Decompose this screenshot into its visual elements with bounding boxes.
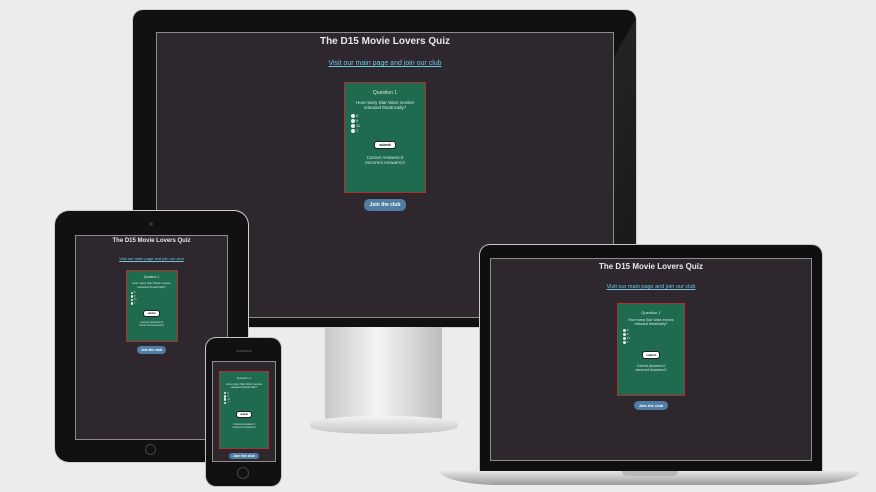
question-text: How many Star Wars movies released theat… [132, 281, 171, 289]
question-heading: Question 1 [236, 376, 252, 380]
page-title: The D15 Movie Lovers Quiz [112, 238, 191, 244]
page-title: The D15 Movie Lovers Quiz [319, 36, 451, 47]
radio-button[interactable] [130, 302, 133, 305]
score-panel: Correct Answers:0 Incorrect Answers:0 [636, 364, 667, 372]
submit-button[interactable]: submit [642, 351, 660, 359]
answer-options: 6 9 11 7 [224, 391, 230, 404]
page-title: The D15 Movie Lovers Quiz [598, 262, 704, 271]
submit-button[interactable]: submit [374, 141, 396, 149]
radio-button[interactable] [351, 113, 355, 118]
monitor-stand [325, 327, 442, 419]
quiz-card: Question 1 How many Star Wars movies rel… [219, 371, 269, 449]
score-panel: Correct Answers:0 Incorrect Answers:0 [365, 155, 405, 165]
answer-options: 6 9 11 7 [351, 113, 360, 133]
answer-option[interactable]: 7 [224, 401, 230, 404]
question-text: How many Star Wars movies released theat… [628, 318, 674, 326]
radio-button[interactable] [351, 118, 355, 123]
question-heading: Question 1 [143, 275, 160, 279]
radio-button[interactable] [623, 340, 626, 344]
incorrect-count: Incorrect Answers:0 [635, 368, 667, 372]
submit-button[interactable]: submit [236, 410, 252, 418]
answer-option[interactable]: 7 [351, 128, 360, 133]
score-panel: Correct Answers:0 Incorrect Answers:0 [139, 320, 164, 328]
quiz-card: Question 1 How many Star Wars movies rel… [344, 82, 426, 193]
question-text: How many Star Wars movies released theat… [226, 382, 262, 390]
camera-icon [149, 222, 153, 226]
answer-options: 6 9 11 7 [130, 291, 137, 306]
join-club-button[interactable]: Join the club [363, 199, 407, 211]
answer-option[interactable]: 7 [623, 340, 630, 344]
laptop-screen: The D15 Movie Lovers Quiz Visit our main… [490, 258, 812, 461]
main-page-link[interactable]: Visit our main page and join our club [607, 284, 696, 290]
laptop-notch [622, 471, 678, 476]
join-club-button[interactable]: Join the club [633, 401, 669, 410]
quiz-card: Question 1 How many Star Wars movies rel… [617, 303, 685, 396]
incorrect-count: Incorrect Answers:0 [232, 425, 256, 429]
join-club-button[interactable]: Join the club [229, 453, 259, 459]
radio-button[interactable] [351, 123, 355, 128]
home-button-icon [237, 467, 249, 479]
radio-button[interactable] [224, 401, 227, 405]
question-text: How many Star Wars movies released theat… [356, 100, 414, 110]
speaker-icon [236, 350, 252, 352]
incorrect-count: Incorrect Answers:0 [365, 160, 405, 165]
monitor-base [310, 416, 458, 434]
main-page-link[interactable]: Visit our main page and join our club [119, 256, 184, 261]
submit-button[interactable]: submit [143, 310, 160, 317]
radio-button[interactable] [351, 128, 355, 133]
incorrect-count: Incorrect Answers:0 [139, 323, 164, 328]
home-button-icon [145, 444, 156, 455]
phone-screen: The D15 Movie Lovers Quiz Visit our main… [212, 361, 276, 462]
answer-option[interactable]: 7 [130, 302, 137, 306]
quiz-card: Question 1 How many Star Wars movies rel… [125, 270, 178, 342]
question-heading: Question 1 [641, 310, 661, 315]
answer-options: 6 9 11 7 [623, 328, 630, 344]
join-club-button[interactable]: Join the club [136, 346, 167, 354]
score-panel: Correct Answers:0 Incorrect Answers:0 [233, 423, 256, 429]
main-page-link[interactable]: Visit our main page and join our club [328, 60, 441, 67]
question-heading: Question 1 [372, 90, 398, 96]
